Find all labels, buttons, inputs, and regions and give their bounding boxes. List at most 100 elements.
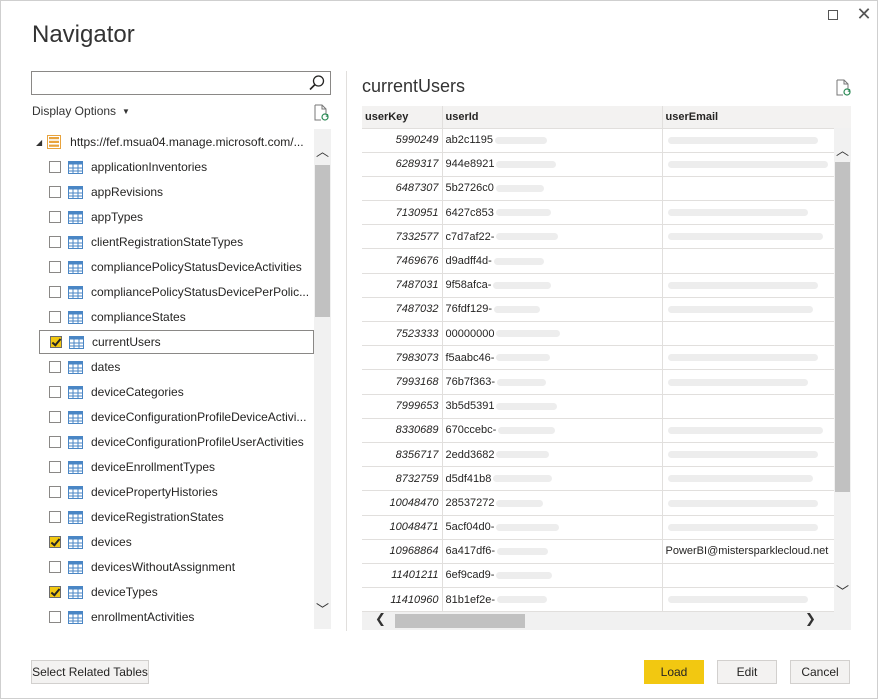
table-row: 10968864 6a417df6- PowerBI@mistersparklecl… bbox=[362, 539, 851, 564]
tree-root-node[interactable]: ◢ https://fef.msua04.manage.microsoft.co… bbox=[31, 129, 314, 155]
user-email-cell bbox=[662, 248, 851, 274]
scroll-up-icon[interactable]: ︿ bbox=[314, 141, 331, 160]
user-email-cell bbox=[662, 394, 851, 419]
scroll-down-icon[interactable]: ﹀ bbox=[834, 581, 851, 600]
user-id-value: d5df41b8 bbox=[445, 472, 492, 485]
user-id-cell: 5b2726c0 bbox=[442, 176, 663, 202]
table-item[interactable]: dates bbox=[39, 355, 314, 379]
caret-down-icon[interactable]: ◢ bbox=[36, 138, 42, 147]
table-item[interactable]: clientRegistrationStateTypes bbox=[39, 230, 314, 254]
table-icon bbox=[68, 435, 83, 449]
close-button[interactable]: ✕ bbox=[854, 5, 874, 25]
checkbox[interactable] bbox=[49, 411, 61, 423]
grid-vertical-scrollbar-thumb[interactable] bbox=[835, 162, 850, 492]
checkbox[interactable] bbox=[49, 486, 61, 498]
column-header[interactable]: userId bbox=[442, 106, 663, 129]
scroll-down-icon[interactable]: ﹀ bbox=[314, 599, 331, 618]
table-row: 6487307 5b2726c0 bbox=[362, 176, 851, 202]
table-item[interactable]: deviceConfigurationProfileUserActivities bbox=[39, 430, 314, 454]
table-item-label: devicesWithoutAssignment bbox=[91, 560, 236, 574]
table-icon bbox=[68, 235, 83, 249]
table-item[interactable]: deviceEnrollmentTypes bbox=[39, 455, 314, 479]
header-row: userKey userId userEmail bbox=[362, 106, 851, 129]
table-row: 8356717 2edd3682 bbox=[362, 442, 851, 468]
scroll-left-icon[interactable]: ❮ bbox=[372, 612, 389, 627]
table-item[interactable]: deviceConfigurationProfileDeviceActivi..… bbox=[39, 405, 314, 429]
checkbox[interactable] bbox=[49, 461, 61, 473]
refresh-icon[interactable] bbox=[313, 104, 329, 121]
checkbox[interactable] bbox=[49, 536, 61, 548]
checkbox[interactable] bbox=[49, 561, 61, 573]
checkbox[interactable] bbox=[49, 236, 61, 248]
user-email-cell bbox=[662, 224, 851, 250]
checkbox[interactable] bbox=[49, 586, 61, 598]
table-row: 7469676 d9adff4d- bbox=[362, 248, 851, 274]
search-input[interactable] bbox=[32, 72, 302, 94]
checkbox[interactable] bbox=[49, 361, 61, 373]
redacted-value bbox=[667, 523, 818, 531]
scroll-up-icon[interactable]: ︿ bbox=[834, 140, 851, 159]
table-item[interactable]: deviceTypes bbox=[39, 580, 314, 604]
table-item-label: devicePropertyHistories bbox=[91, 485, 218, 499]
table-item[interactable]: deviceCategories bbox=[39, 380, 314, 404]
table-item-label: deviceRegistrationStates bbox=[91, 510, 224, 524]
redacted-value bbox=[495, 136, 548, 144]
redacted-value bbox=[497, 547, 549, 555]
table-row: 5990249 ab2c1195 bbox=[362, 128, 851, 153]
table-item[interactable]: devicesWithoutAssignment bbox=[39, 555, 314, 579]
search-box[interactable] bbox=[31, 71, 331, 95]
grid-horizontal-scrollbar[interactable]: ❮ ❯ bbox=[362, 612, 851, 630]
search-icon[interactable] bbox=[308, 74, 326, 92]
table-item[interactable]: appTypes bbox=[39, 205, 314, 229]
table-item[interactable]: devicePropertyHistories bbox=[39, 480, 314, 504]
table-item-label: complianceStates bbox=[91, 310, 186, 324]
checkbox[interactable] bbox=[49, 286, 61, 298]
user-id-value: ab2c1195 bbox=[445, 134, 494, 147]
user-email-cell bbox=[662, 321, 851, 347]
table-item[interactable]: complianceStates bbox=[39, 305, 314, 329]
table-row: 8732759 d5df41b8 bbox=[362, 466, 851, 492]
user-key-cell: 7469676 bbox=[362, 248, 443, 274]
tree-scrollbar-thumb[interactable] bbox=[315, 165, 330, 317]
scroll-right-icon[interactable]: ❯ bbox=[802, 612, 819, 627]
maximize-button[interactable] bbox=[823, 5, 843, 25]
table-item[interactable]: applicationInventories bbox=[39, 155, 314, 179]
column-header[interactable]: userKey bbox=[362, 106, 443, 129]
table-item[interactable]: appRevisions bbox=[39, 180, 314, 204]
display-options-dropdown[interactable]: Display Options ▼ bbox=[32, 104, 130, 118]
checkbox[interactable] bbox=[49, 611, 61, 623]
table-item[interactable]: devices bbox=[39, 530, 314, 554]
user-email-cell: PowerBI@mistersparklecloud.net bbox=[662, 539, 851, 564]
preview-title: currentUsers bbox=[362, 76, 466, 96]
column-header[interactable]: userEmail bbox=[662, 106, 851, 129]
checkbox[interactable] bbox=[49, 511, 61, 523]
user-id-cell: f5aabc46- bbox=[442, 345, 663, 371]
cancel-button[interactable]: Cancel bbox=[790, 660, 850, 684]
user-id-cell: d5df41b8 bbox=[442, 466, 663, 492]
checkbox[interactable] bbox=[49, 186, 61, 198]
checkbox[interactable] bbox=[50, 336, 62, 348]
checkbox[interactable] bbox=[49, 386, 61, 398]
table-icon bbox=[68, 160, 83, 174]
checkbox[interactable] bbox=[49, 161, 61, 173]
grid-horizontal-scrollbar-thumb[interactable] bbox=[395, 614, 525, 628]
checkbox[interactable] bbox=[49, 311, 61, 323]
table-item[interactable]: deviceRegistrationStates bbox=[39, 505, 314, 529]
checkbox[interactable] bbox=[49, 211, 61, 223]
tree-scrollbar[interactable]: ︿ ﹀ bbox=[314, 129, 331, 629]
checkbox[interactable] bbox=[49, 261, 61, 273]
table-item[interactable]: compliancePolicyStatusDeviceActivities bbox=[39, 255, 314, 279]
user-key-cell: 7487032 bbox=[362, 297, 443, 323]
load-button[interactable]: Load bbox=[644, 660, 704, 684]
table-row: 7993168 76b7f363- bbox=[362, 369, 851, 395]
preview-refresh-icon[interactable] bbox=[835, 79, 851, 96]
table-row: 7487032 76fdf129- bbox=[362, 297, 851, 323]
table-item[interactable]: compliancePolicyStatusDevicePerPolic... bbox=[39, 280, 314, 304]
user-email-cell bbox=[662, 466, 851, 492]
checkbox[interactable] bbox=[49, 436, 61, 448]
table-item[interactable]: enrollmentActivities bbox=[39, 605, 314, 629]
grid-vertical-scrollbar[interactable]: ︿ ﹀ bbox=[834, 128, 851, 612]
select-related-tables-button[interactable]: Select Related Tables bbox=[31, 660, 149, 684]
table-item[interactable]: currentUsers bbox=[39, 330, 314, 354]
edit-button[interactable]: Edit bbox=[717, 660, 777, 684]
